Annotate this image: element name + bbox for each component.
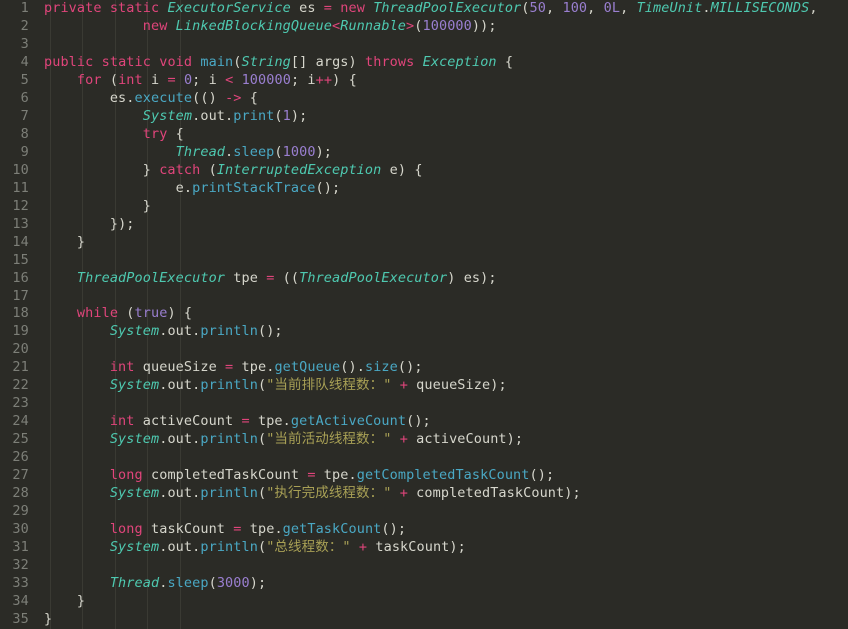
line-number: 1 [20,0,29,16]
line-number: 28 [12,485,29,502]
code-line[interactable]: 16 ThreadPoolExecutor tpe = ((ThreadPool… [0,270,848,288]
code-text[interactable]: System.out.println(); [38,323,848,341]
line-number: 3 [20,35,29,52]
code-line[interactable]: 12 } [0,198,848,216]
line-number: 33 [12,575,29,591]
line-number: 24 [12,413,29,430]
code-text[interactable]: long completedTaskCount = tpe.getComplet… [38,467,848,485]
code-line[interactable]: 10 } catch (InterruptedException e) { [0,162,848,180]
line-number: 8 [20,125,29,142]
code-text[interactable]: int queueSize = tpe.getQueue().size(); [38,359,848,377]
code-text[interactable]: System.out.println("当前排队线程数：" + queueSiz… [38,377,848,395]
code-editor[interactable]: 1 private static ExecutorService es = new… [0,0,848,629]
line-number: 4 [20,53,29,70]
code-line[interactable]: 29 [0,503,848,521]
code-line[interactable]: 9 Thread.sleep(1000); [0,144,848,162]
code-line[interactable]: 6 es.execute(() -> { [0,90,848,108]
code-lines-container[interactable]: 1 private static ExecutorService es = new… [0,0,848,629]
code-line[interactable]: 5 for (int i = 0; i < 100000; i++) { [0,72,848,90]
line-number: 13 [12,215,29,232]
line-number: 21 [12,359,29,376]
line-number: 14 [12,233,29,250]
code-line[interactable]: 11 e.printStackTrace(); [0,180,848,198]
code-line[interactable]: 18 while (true) { [0,305,848,323]
line-number: 12 [12,197,29,214]
code-text[interactable]: }); [38,216,848,234]
line-number: 2 [20,17,29,34]
line-number: 7 [20,107,29,124]
line-number: 32 [12,557,29,574]
code-line[interactable]: 4 public static void main(String[] args) … [0,54,848,72]
code-line[interactable]: 2 new LinkedBlockingQueue<Runnable>(1000… [0,18,848,36]
code-line[interactable]: 35} [0,611,848,629]
line-number: 9 [20,143,29,160]
line-number: 19 [12,323,29,340]
line-number: 16 [12,269,29,286]
code-line[interactable]: 22 System.out.println("当前排队线程数：" + queue… [0,377,848,395]
code-text[interactable]: int activeCount = tpe.getActiveCount(); [38,413,848,431]
code-line[interactable]: 24 int activeCount = tpe.getActiveCount(… [0,413,848,431]
line-number: 5 [20,71,29,88]
code-line[interactable]: 1 private static ExecutorService es = new… [0,0,848,18]
line-number: 34 [12,592,29,609]
line-number: 10 [12,161,29,178]
code-line[interactable]: 13 }); [0,216,848,234]
code-text[interactable]: e.printStackTrace(); [38,180,848,198]
code-line[interactable]: 25 System.out.println("当前活动线程数：" + activ… [0,431,848,449]
code-text[interactable]: } [38,198,848,216]
line-number: 35 [12,610,29,627]
line-number: 30 [12,521,29,538]
code-text[interactable]: System.out.println("当前活动线程数：" + activeCo… [38,431,848,449]
code-line[interactable]: 33 Thread.sleep(3000); [0,575,848,593]
code-text[interactable]: System.out.println("总线程数：" + taskCount); [38,539,848,557]
line-number: 6 [20,89,29,106]
line-number: 11 [12,179,29,196]
code-line[interactable]: 19 System.out.println(); [0,323,848,341]
code-line[interactable]: 31 System.out.println("总线程数：" + taskCoun… [0,539,848,557]
code-line[interactable]: 17 [0,288,848,306]
code-text[interactable]: new LinkedBlockingQueue<Runnable>(100000… [38,18,848,36]
code-text[interactable]: } [38,234,848,252]
code-line[interactable]: 14 } [0,234,848,252]
line-number: 26 [12,449,29,466]
code-line[interactable]: 20 [0,341,848,359]
code-line[interactable]: 8 try { [0,126,848,144]
code-text[interactable]: Thread.sleep(3000); [38,575,848,593]
code-line[interactable]: 28 System.out.println("执行完成线程数：" + compl… [0,485,848,503]
code-text[interactable]: } catch (InterruptedException e) { [38,162,848,180]
code-text[interactable]: } [38,593,848,611]
code-line[interactable]: 23 [0,395,848,413]
code-line[interactable]: 7 System.out.print(1); [0,108,848,126]
code-line[interactable]: 32 [0,557,848,575]
code-text[interactable]: System.out.print(1); [38,108,848,126]
code-line[interactable]: 27 long completedTaskCount = tpe.getComp… [0,467,848,485]
line-number: 25 [12,431,29,448]
code-text[interactable]: Thread.sleep(1000); [38,144,848,162]
code-text[interactable]: } [38,611,848,629]
line-number: 22 [12,377,29,394]
code-line[interactable]: 26 [0,449,848,467]
code-text[interactable]: try { [38,126,848,144]
code-text[interactable]: while (true) { [38,305,848,323]
line-number: 23 [12,395,29,412]
code-text[interactable]: public static void main(String[] args) t… [38,54,848,72]
line-number: 27 [12,467,29,484]
line-number: 31 [12,539,29,556]
code-text[interactable]: System.out.println("执行完成线程数：" + complete… [38,485,848,503]
code-line[interactable]: 3 [0,36,848,54]
code-line[interactable]: 34 } [0,593,848,611]
line-number: 29 [12,503,29,520]
line-number: 18 [12,305,29,322]
code-text[interactable]: es.execute(() -> { [38,90,848,108]
line-number: 15 [12,251,29,268]
code-text[interactable]: private static ExecutorService es = new … [38,0,848,18]
code-line[interactable]: 15 [0,252,848,270]
code-text[interactable]: ThreadPoolExecutor tpe = ((ThreadPoolExe… [38,270,848,288]
code-line[interactable]: 21 int queueSize = tpe.getQueue().size()… [0,359,848,377]
line-number: 17 [12,287,29,304]
code-text[interactable]: long taskCount = tpe.getTaskCount(); [38,521,848,539]
line-number: 20 [12,341,29,358]
code-text[interactable]: for (int i = 0; i < 100000; i++) { [38,72,848,90]
code-line[interactable]: 30 long taskCount = tpe.getTaskCount(); [0,521,848,539]
